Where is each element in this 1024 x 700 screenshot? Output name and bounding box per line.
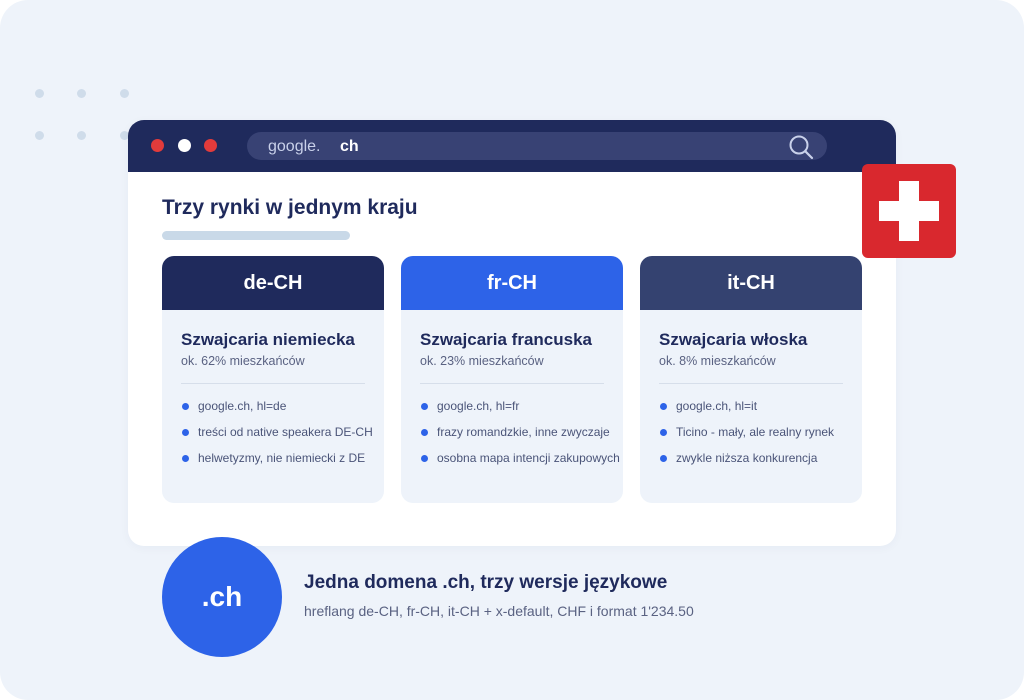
card-list: google.ch, hl=it Ticino - mały, ale real…	[659, 399, 834, 477]
card-title: Szwajcaria włoska	[659, 330, 808, 349]
card-subtitle: ok. 8% mieszkańców	[659, 354, 776, 368]
decorative-dot	[77, 89, 86, 98]
card-header: de-CH	[162, 256, 384, 310]
list-item-text: frazy romandzkie, inne zwyczaje	[437, 425, 610, 439]
market-card-fr-ch: fr-CH Szwajcaria francuska ok. 23% miesz…	[401, 256, 623, 503]
bullet-icon	[660, 455, 667, 462]
list-item: frazy romandzkie, inne zwyczaje	[420, 425, 620, 451]
page-title: Trzy rynki w jednym kraju	[162, 196, 418, 219]
card-header: it-CH	[640, 256, 862, 310]
list-item-text: osobna mapa intencji zakupowych	[437, 451, 620, 465]
list-item-text: helwetyzmy, nie niemiecki z DE	[198, 451, 366, 465]
card-divider	[420, 383, 604, 384]
card-divider	[181, 383, 365, 384]
list-item-text: zwykle niższa konkurencja	[676, 451, 818, 465]
bullet-icon	[182, 455, 189, 462]
footer-title: Jedna domena .ch, trzy wersje językowe	[304, 572, 668, 593]
bullet-icon	[421, 429, 428, 436]
list-item-text: google.ch, hl=de	[198, 399, 287, 413]
card-title: Szwajcaria francuska	[420, 330, 592, 349]
browser-window: google. ch Trzy rynki w jednym kraju de-…	[128, 120, 896, 546]
flag-cross-horizontal	[879, 201, 939, 221]
decorative-dot	[77, 131, 86, 140]
window-close-button[interactable]	[151, 139, 164, 152]
list-item: google.ch, hl=it	[659, 399, 834, 425]
list-item-text: Ticino - mały, ale realny rynek	[676, 425, 835, 439]
list-item-text: treści od native speakera DE-CH	[198, 425, 373, 439]
card-list: google.ch, hl=de treści od native speake…	[181, 399, 373, 477]
list-item-text: google.ch, hl=it	[676, 399, 758, 413]
bullet-icon	[660, 403, 667, 410]
list-item-text: google.ch, hl=fr	[437, 399, 520, 413]
address-domain: google.	[268, 138, 321, 155]
list-item: Ticino - mały, ale realny rynek	[659, 425, 834, 451]
browser-titlebar: google. ch	[128, 120, 896, 172]
window-minimize-button[interactable]	[178, 139, 191, 152]
bullet-icon	[421, 403, 428, 410]
card-subtitle: ok. 62% mieszkańców	[181, 354, 305, 368]
market-card-it-ch: it-CH Szwajcaria włoska ok. 8% mieszkańc…	[640, 256, 862, 503]
illustration-background: google. ch Trzy rynki w jednym kraju de-…	[0, 0, 1024, 700]
address-bar[interactable]: google. ch	[247, 132, 827, 160]
search-icon[interactable]	[787, 134, 817, 160]
bullet-icon	[182, 403, 189, 410]
bullet-icon	[660, 429, 667, 436]
list-item: helwetyzmy, nie niemiecki z DE	[181, 451, 373, 477]
market-card-de-ch: de-CH Szwajcaria niemiecka ok. 62% miesz…	[162, 256, 384, 503]
list-item: google.ch, hl=fr	[420, 399, 620, 425]
decorative-dot	[35, 131, 44, 140]
card-divider	[659, 383, 843, 384]
decorative-dot	[35, 89, 44, 98]
bullet-icon	[182, 429, 189, 436]
list-item: zwykle niższa konkurencja	[659, 451, 834, 477]
bullet-icon	[421, 455, 428, 462]
footer-subtitle: hreflang de-CH, fr-CH, it-CH + x-default…	[304, 603, 694, 619]
window-maximize-button[interactable]	[204, 139, 217, 152]
domain-badge: .ch	[162, 537, 282, 657]
card-title: Szwajcaria niemiecka	[181, 330, 355, 349]
card-header: fr-CH	[401, 256, 623, 310]
address-tld: ch	[340, 138, 359, 155]
list-item: osobna mapa intencji zakupowych	[420, 451, 620, 477]
card-list: google.ch, hl=fr frazy romandzkie, inne …	[420, 399, 620, 477]
title-underline	[162, 231, 350, 240]
list-item: treści od native speakera DE-CH	[181, 425, 373, 451]
list-item: google.ch, hl=de	[181, 399, 373, 425]
swiss-flag-icon	[862, 164, 956, 258]
card-subtitle: ok. 23% mieszkańców	[420, 354, 544, 368]
decorative-dot	[120, 89, 129, 98]
